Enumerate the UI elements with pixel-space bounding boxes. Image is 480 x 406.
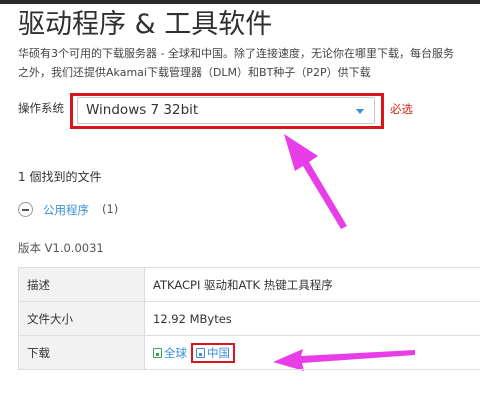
utility-category-count: (1)	[102, 202, 119, 216]
table-row: 文件大小 12.92 MBytes	[18, 301, 480, 336]
file-details-table: 描述 ATKACPI 驱动和ATK 热键工具程序 文件大小 12.92 MByt…	[18, 267, 480, 370]
description-value: ATKACPI 驱动和ATK 热键工具程序	[144, 267, 480, 302]
arrow-to-os-dropdown	[284, 134, 347, 229]
utility-category-link[interactable]: 公用程序	[43, 202, 89, 218]
save-icon	[153, 347, 162, 358]
collapse-icon[interactable]	[18, 202, 33, 217]
china-highlight-box: 中国	[191, 342, 235, 363]
download-key: 下载	[18, 335, 145, 370]
table-row: 描述 ATKACPI 驱动和ATK 热键工具程序	[18, 267, 480, 302]
download-global-label: 全球	[164, 345, 187, 360]
download-china-label: 中国	[207, 345, 230, 360]
download-china-link[interactable]: 中国	[196, 346, 230, 360]
file-version: 版本 V1.0.0031	[18, 241, 104, 255]
download-global-link[interactable]: 全球	[153, 346, 187, 360]
save-icon	[196, 347, 205, 358]
file-size-key: 文件大小	[18, 301, 145, 336]
file-size-value: 12.92 MBytes	[144, 301, 480, 336]
found-count: 1 個找到的文件	[18, 170, 102, 184]
description-key: 描述	[18, 267, 145, 302]
download-links: 全球 中国	[144, 335, 480, 370]
table-row: 下载 全球 中国	[18, 335, 480, 370]
